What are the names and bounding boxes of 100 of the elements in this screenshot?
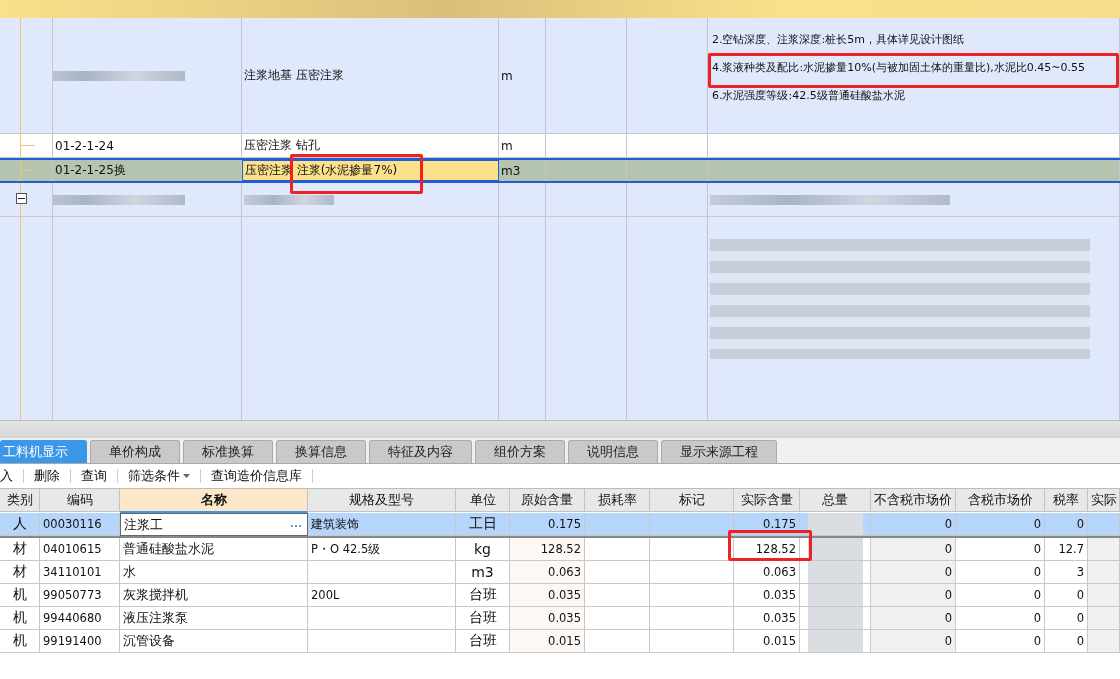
table-cell: 台班 [456, 607, 510, 630]
table-cell: 机 [0, 607, 40, 630]
table-row[interactable]: 机 99440680 液压注浆泵 台班 0.035 0.035 0 0 0 [0, 607, 1120, 630]
table-cell: 01-2-1-24 [52, 134, 242, 157]
more-icon[interactable] [290, 524, 302, 528]
table-cell [585, 561, 650, 584]
blurred-area [807, 584, 863, 606]
table-cell [1088, 584, 1120, 607]
table-cell: m3 [456, 561, 510, 584]
table-cell: kg [456, 538, 510, 561]
table-row[interactable]: 材 34110101 水 m3 0.063 0.063 0 0 3 [0, 561, 1120, 584]
table-cell: 99191400 [40, 630, 120, 653]
table-cell: 00030116 [40, 513, 120, 536]
table-cell: 普通硅酸盐水泥 [120, 538, 308, 561]
table-cell: 0.035 [734, 607, 800, 630]
table-cell: 0 [1045, 630, 1088, 653]
column-header[interactable]: 含税市场价 [956, 489, 1045, 512]
table-row[interactable]: 机 99191400 沉管设备 台班 0.015 0.015 0 0 0 [0, 630, 1120, 653]
input-field[interactable]: 注浆工 [120, 513, 308, 536]
column-header[interactable]: 不含税市场价 [871, 489, 956, 512]
column-header[interactable]: 规格及型号 [308, 489, 456, 512]
column-header[interactable]: 实际 [1088, 489, 1120, 512]
table-cell [1088, 561, 1120, 584]
column-header[interactable]: 标记 [650, 489, 734, 512]
collapse-icon[interactable] [16, 193, 27, 204]
table-cell [585, 630, 650, 653]
table-cell: m3 [499, 160, 546, 181]
tab[interactable]: 显示来源工程 [661, 440, 777, 463]
tab[interactable]: 特征及内容 [369, 440, 472, 463]
table-cell: 0 [1045, 584, 1088, 607]
table-cell: 机 [0, 630, 40, 653]
table-cell [1088, 513, 1120, 536]
table-cell: 128.52 [510, 538, 585, 561]
table-cell: 0 [1045, 607, 1088, 630]
table-cell: 0 [956, 584, 1045, 607]
table-cell: 材 [0, 561, 40, 584]
table-cell: m [499, 134, 546, 157]
tab[interactable]: 说明信息 [568, 440, 658, 463]
table-cell: 台班 [456, 630, 510, 653]
toolbar-button[interactable]: 入 [0, 467, 23, 485]
table-cell: 99050773 [40, 584, 120, 607]
caret-icon [183, 474, 190, 478]
table-row[interactable]: 机 99050773 灰浆搅拌机 200L 台班 0.035 0.035 0 0 0 [0, 584, 1120, 607]
table-cell: 0.035 [510, 607, 585, 630]
toolbar-button[interactable]: 筛选条件 [118, 467, 200, 485]
table-cell: 水 [120, 561, 308, 584]
table-cell: 0 [956, 607, 1045, 630]
blurred-area [807, 513, 863, 535]
table-cell [585, 584, 650, 607]
tab[interactable]: 组价方案 [475, 440, 565, 463]
column-header[interactable]: 损耗率 [585, 489, 650, 512]
toolbar-button[interactable]: 查询造价信息库 [201, 467, 312, 485]
table-cell: 0 [1045, 513, 1088, 536]
table-cell [1088, 607, 1120, 630]
table-cell [1088, 538, 1120, 561]
table-cell: 3 [1045, 561, 1088, 584]
column-header[interactable]: 实际含量 [734, 489, 800, 512]
table-cell: 台班 [456, 584, 510, 607]
table-row[interactable]: 01-2-1-24 压密注浆 钻孔 m [0, 134, 1120, 158]
column-header[interactable]: 原始含量 [510, 489, 585, 512]
description-line: 4.浆液种类及配比:水泥掺量10%(与被加固土体的重量比),水泥比0.45~0.55 [712, 61, 1085, 75]
table-cell: 沉管设备 [120, 630, 308, 653]
tab[interactable]: 标准换算 [183, 440, 273, 463]
column-header[interactable]: 单位 [456, 489, 510, 512]
table-cell: 200L [308, 584, 456, 607]
table-row[interactable]: 材 04010615 普通硅酸盐水泥 P・O 42.5级 kg 128.52 128.52 0 0 12.7 [0, 538, 1120, 561]
table-cell: 0 [871, 538, 956, 561]
tab[interactable]: 换算信息 [276, 440, 366, 463]
table-cell: 机 [0, 584, 40, 607]
table-cell: 0 [871, 607, 956, 630]
column-header[interactable]: 名称 [120, 489, 308, 513]
table-cell: 0.063 [510, 561, 585, 584]
tab[interactable]: 单价构成 [90, 440, 180, 463]
blurred-area [807, 630, 863, 652]
table-cell: 注浆地基 压密注浆 [242, 18, 499, 133]
table-cell: 12.7 [1045, 538, 1088, 561]
table-cell: 0.035 [734, 584, 800, 607]
toolbar-button[interactable]: 删除 [24, 467, 70, 485]
blurred-area [807, 538, 863, 560]
table-cell: 0 [871, 584, 956, 607]
column-header[interactable]: 税率 [1045, 489, 1088, 512]
table-cell [585, 538, 650, 561]
table-cell: 0.015 [510, 630, 585, 653]
column-header[interactable]: 总量 [800, 489, 871, 512]
table-cell: P・O 42.5级 [308, 538, 456, 561]
column-header[interactable]: 编码 [40, 489, 120, 512]
table-cell: 人 [0, 513, 40, 536]
blurred-area [807, 607, 863, 629]
table-cell: 0 [956, 538, 1045, 561]
table-cell: 压密注浆 钻孔 [242, 134, 499, 157]
table-cell [585, 607, 650, 630]
table-cell: 0.015 [734, 630, 800, 653]
description-line: 6.水泥强度等级:42.5级普通硅酸盐水泥 [712, 89, 905, 103]
table-row[interactable]: 人 00030116 注浆工 建筑装饰 工日 0.175 0.175 0 0 0 [0, 513, 1120, 538]
toolbar-button[interactable]: 查询 [71, 467, 117, 485]
blurred-area [807, 561, 863, 583]
column-header[interactable]: 类别 [0, 489, 40, 512]
table-cell: 0 [956, 561, 1045, 584]
table-cell: 0 [956, 630, 1045, 653]
table-cell: 0 [956, 513, 1045, 536]
